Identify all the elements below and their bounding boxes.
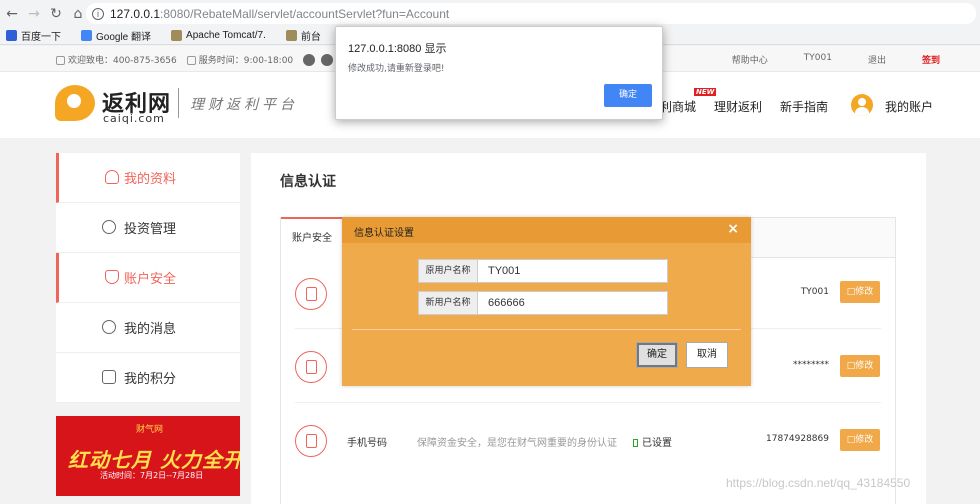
logo-icon[interactable] [55, 85, 95, 121]
clock-icon [186, 56, 196, 65]
sidebar-item-points[interactable]: 我的积分 [56, 353, 240, 403]
sidebar-item-label: 我的消息 [124, 322, 177, 337]
edit-username-button[interactable]: □修改 [840, 281, 880, 303]
browser-toolbar: ← → ↻ ⌂ i 127.0.0.1:8080/RebateMall/serv… [0, 0, 980, 27]
modal-title: 信息认证设置 [354, 228, 414, 239]
phone-description: 保障资金安全，是您在财气网重要的身份认证 [417, 438, 617, 449]
logout-link[interactable]: 退出 [868, 53, 886, 66]
address-bar[interactable]: i 127.0.0.1:8080/RebateMall/servlet/acco… [86, 3, 976, 24]
alert-ok-button[interactable]: 确定 [604, 84, 652, 107]
nav-finance-rebate[interactable]: 理财返利 [714, 98, 762, 115]
logo-domain: caiqi.com [103, 112, 165, 125]
sidebar-item-label: 我的资料 [124, 172, 177, 187]
translate-icon [81, 30, 92, 41]
home-icon[interactable]: ⌂ [68, 4, 88, 24]
sidebar-item-investment[interactable]: 投资管理 [56, 203, 240, 253]
baidu-icon [6, 30, 17, 41]
gift-icon [102, 370, 116, 384]
new-username-row: 新用户名称 666666 [418, 291, 668, 315]
user-icon [105, 170, 119, 184]
watermark: https://blog.csdn.net/qq_43184550 [726, 476, 911, 490]
logo-slogan: 理财返利平台 [190, 97, 298, 113]
phone-status: 已设置 [633, 434, 672, 449]
sidebar-item-profile[interactable]: 我的资料 [56, 153, 240, 203]
username-link[interactable]: TY001 [804, 53, 832, 66]
new-username-label: 新用户名称 [418, 291, 478, 315]
logo-divider [178, 88, 179, 118]
account-sidebar: 我的资料 投资管理 账户安全 我的消息 我的积分 [56, 153, 240, 403]
lock-icon [295, 351, 327, 383]
back-arrow-icon[interactable]: ← [2, 4, 22, 24]
page-title: 信息认证 [280, 174, 336, 190]
hours-text: 服务时间：9:00-18:00 [186, 53, 293, 66]
sidebar-item-security[interactable]: 账户安全 [56, 253, 240, 303]
alert-title: 127.0.0.1:8080 显示 [348, 43, 447, 55]
bookmark-frontend[interactable]: 前台 [280, 28, 321, 43]
signin-link[interactable]: 签到 [922, 53, 940, 66]
promo-logo: 财气网 [136, 425, 164, 435]
message-icon [102, 320, 116, 334]
old-username-label: 原用户名称 [418, 259, 478, 283]
forward-arrow-icon[interactable]: → [24, 4, 44, 24]
sidebar-item-messages[interactable]: 我的消息 [56, 303, 240, 353]
sidebar-item-label: 我的积分 [124, 372, 177, 387]
phone-text: 欢迎致电：400-875-3656 [56, 53, 177, 66]
row-divider [295, 402, 881, 403]
new-username-field[interactable]: 666666 [478, 291, 668, 315]
nav-mall[interactable]: 利商城 NEW [660, 88, 717, 115]
close-icon[interactable]: × [727, 221, 739, 237]
phone-icon [295, 425, 327, 457]
avatar[interactable] [851, 94, 873, 116]
new-badge: NEW [694, 88, 717, 96]
sidebar-item-label: 投资管理 [124, 222, 177, 237]
old-username-field[interactable]: TY001 [478, 259, 668, 283]
promo-title: 红动七月 火力全开 [68, 448, 240, 472]
help-center-link[interactable]: 帮助中心 [732, 53, 768, 66]
username-value: TY001 [800, 287, 829, 297]
edit-phone-button[interactable]: □修改 [840, 429, 880, 451]
sidebar-item-label: 账户安全 [124, 272, 177, 287]
tab-account-security[interactable]: 账户安全 [281, 217, 343, 258]
page-icon [285, 30, 297, 41]
promo-date: 活动时间：7月2日--7月28日 [100, 471, 204, 480]
modal-header: 信息认证设置 × [342, 217, 751, 243]
shield-icon [105, 270, 119, 284]
url-path: :8080/RebateMall/servlet/accountServlet?… [160, 6, 450, 21]
phone-small-icon [633, 439, 638, 447]
cancel-button[interactable]: 取消 [686, 342, 728, 368]
promo-banner[interactable]: 财气网 红动七月 火力全开 活动时间：7月2日--7月28日 [56, 416, 240, 496]
reload-icon[interactable]: ↻ [46, 4, 66, 24]
password-value: ******** [793, 360, 829, 370]
nav-beginner-guide[interactable]: 新手指南 [780, 98, 828, 115]
phone-value: 17874928869 [766, 434, 829, 444]
url-host: 127.0.0.1 [110, 6, 161, 21]
modal-divider [352, 329, 741, 330]
main-nav: 利商城 NEW 理财返利 新手指南 [660, 88, 846, 115]
page-icon [171, 30, 183, 41]
bookmark-google-translate[interactable]: Google 翻译 [75, 28, 151, 43]
info-settings-modal: 信息认证设置 × 原用户名称 TY001 新用户名称 666666 确定 取消 [342, 217, 751, 386]
bookmark-baidu[interactable]: 百度一下 [0, 28, 61, 43]
edit-password-button[interactable]: □修改 [840, 355, 880, 377]
gear-icon [102, 220, 116, 234]
wechat-icon[interactable] [321, 53, 334, 66]
user-circle-icon [295, 278, 327, 310]
phone-label: 手机号码 [347, 438, 387, 449]
alert-message: 修改成功,请重新登录吧! [348, 64, 445, 74]
bookmark-tomcat[interactable]: Apache Tomcat/7. [165, 30, 266, 41]
old-username-row: 原用户名称 TY001 [418, 259, 668, 283]
info-icon[interactable]: i [92, 7, 104, 20]
browser-alert-dialog: 127.0.0.1:8080 显示 修改成功,请重新登录吧! 确定 [335, 26, 663, 120]
my-account-link[interactable]: 我的账户 [885, 98, 933, 115]
confirm-button[interactable]: 确定 [636, 342, 678, 368]
qq-icon[interactable] [303, 53, 316, 66]
phone-icon [56, 56, 65, 65]
